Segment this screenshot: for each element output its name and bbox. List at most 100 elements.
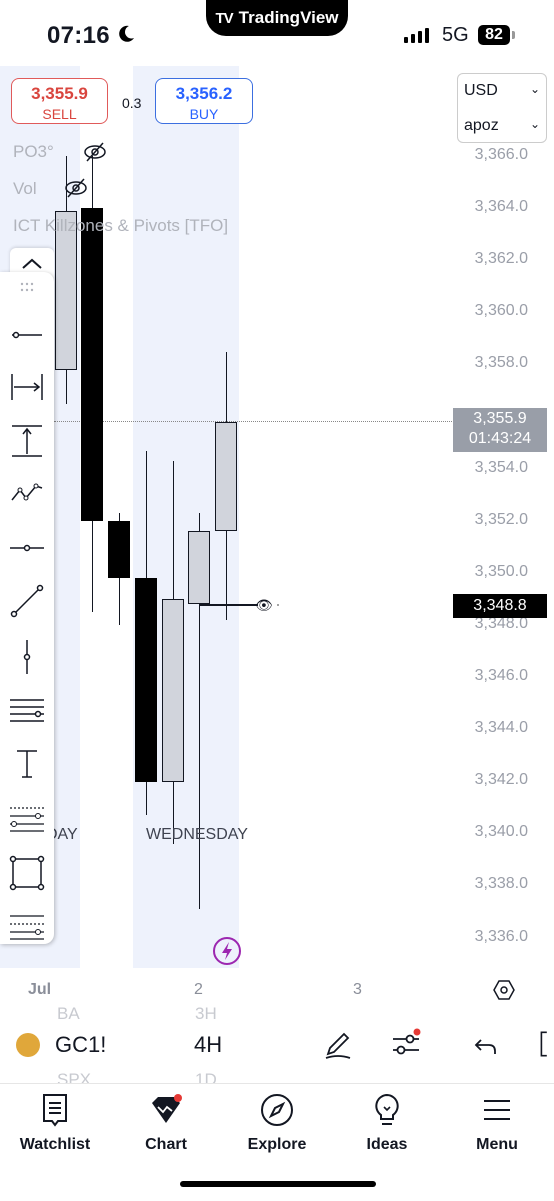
- buy-label: BUY: [189, 106, 219, 122]
- battery-icon: 82: [478, 25, 510, 45]
- indicator-vol[interactable]: Vol: [13, 179, 37, 199]
- nav-watchlist[interactable]: Watchlist: [5, 1092, 105, 1154]
- currency-select[interactable]: USD ⌄: [464, 82, 540, 100]
- nav-watchlist-label: Watchlist: [19, 1136, 91, 1153]
- buy-button[interactable]: 3,356.2 BUY: [155, 78, 253, 124]
- candle-body[interactable]: [108, 520, 130, 579]
- trend-line-icon[interactable]: [8, 316, 46, 354]
- price-axis-label: 3,366.0: [474, 146, 528, 163]
- price-axis-label: 3,340.0: [474, 823, 528, 841]
- sell-label: SELL: [42, 106, 77, 122]
- candle-body[interactable]: [162, 599, 184, 782]
- price-axis-label: 3,344.0: [474, 719, 528, 737]
- price-axis-label: 3,342.0: [474, 771, 528, 789]
- price-range-icon[interactable]: [8, 422, 46, 460]
- nav-ideas[interactable]: Ideas: [337, 1092, 437, 1154]
- drawing-pen-icon[interactable]: [322, 1028, 354, 1060]
- ray-icon[interactable]: [8, 582, 46, 620]
- watchlist-icon: [43, 1094, 67, 1127]
- candle-body[interactable]: [81, 208, 103, 521]
- nav-menu-label: Menu: [476, 1136, 518, 1153]
- time-label-2: 2: [194, 981, 203, 998]
- nav-ideas-label: Ideas: [366, 1136, 408, 1153]
- price-axis-label: 3,360.0: [474, 302, 528, 320]
- price-axis-label: 3,350.0: [474, 562, 528, 580]
- eye-icon[interactable]: 👁: [255, 597, 273, 614]
- rectangle-icon[interactable]: [8, 854, 46, 892]
- crosshair-line: [200, 604, 258, 606]
- nav-chart-label: Chart: [145, 1136, 187, 1153]
- price-axis-label: 3,358.0: [474, 354, 528, 372]
- last-price-label: 3,355.9 01:43:24: [453, 408, 547, 452]
- fib-retracement-icon[interactable]: [8, 800, 46, 838]
- signal-icon: [404, 28, 429, 43]
- horizontal-ray-icon[interactable]: [8, 529, 46, 567]
- interval-selector[interactable]: 4H: [194, 1032, 222, 1058]
- price-axis-label: 3,346.0: [474, 667, 528, 684]
- currency-value: USD: [464, 82, 498, 99]
- text-tool-icon[interactable]: [8, 745, 46, 783]
- chart-settings-selectors: USD ⌄ apoz ⌄: [457, 73, 547, 143]
- time-axis[interactable]: [0, 968, 554, 1008]
- price-axis-label: 3,364.0: [474, 198, 528, 216]
- last-price-value: 3,355.9: [473, 410, 527, 427]
- crosshair-price-label: 3,348.8: [453, 594, 547, 618]
- date-range-icon[interactable]: [8, 368, 46, 406]
- status-time: 07:16: [47, 22, 110, 49]
- chart-settings-icon[interactable]: [492, 978, 516, 1002]
- mode-select[interactable]: apoz ⌄: [464, 117, 540, 135]
- countdown: 01:43:24: [468, 430, 532, 447]
- gold-futures-icon: [16, 1033, 40, 1057]
- island-brand: TradingView: [238, 8, 339, 27]
- price-axis-label: 3,354.0: [474, 458, 528, 476]
- moon-icon: [119, 25, 134, 42]
- fib-extension-icon[interactable]: [8, 908, 46, 946]
- indicator-po3[interactable]: PO3°: [13, 142, 54, 162]
- crosshair-dot: [277, 604, 279, 606]
- time-label-3: 3: [353, 981, 362, 998]
- compass-icon: [261, 1094, 293, 1126]
- sell-button[interactable]: 3,355.9 SELL: [11, 78, 108, 124]
- candle-body[interactable]: [215, 421, 237, 532]
- nav-explore-label: Explore: [247, 1136, 307, 1153]
- candle-body[interactable]: [188, 531, 210, 605]
- chevron-down-icon: ⌄: [529, 82, 540, 96]
- vertical-line-icon[interactable]: [8, 638, 46, 676]
- time-label-jul: Jul: [28, 981, 52, 998]
- chart-icon: [152, 1094, 182, 1123]
- indicator-ict-killzones[interactable]: ICT Killzones & Pivots [TFO]: [13, 216, 228, 236]
- price-axis-label: 3,352.0: [474, 510, 528, 528]
- candle-body[interactable]: [135, 578, 157, 782]
- indicators-settings-icon[interactable]: [390, 1028, 422, 1060]
- price-axis-label: 3,336.0: [474, 927, 528, 945]
- price-axis-label: 3,338.0: [474, 875, 528, 893]
- dynamic-island[interactable]: TV TradingView: [206, 0, 348, 36]
- lightning-icon[interactable]: [211, 935, 243, 967]
- nav-menu[interactable]: Menu: [447, 1092, 547, 1154]
- lightbulb-icon: [375, 1093, 399, 1125]
- hamburger-menu-icon: [484, 1100, 510, 1120]
- ghost-symbol-above: BA: [57, 1004, 80, 1023]
- symbol-name[interactable]: GC1!: [55, 1032, 106, 1058]
- day-label-wednesday: WEDNESDAY: [146, 826, 248, 843]
- battery-tip: [512, 31, 515, 39]
- buy-price: 3,356.2: [175, 84, 233, 103]
- parallel-channel-icon[interactable]: [8, 692, 46, 730]
- tradingview-logo-icon: TV: [215, 9, 234, 27]
- nav-chart[interactable]: Chart: [116, 1092, 216, 1154]
- hidden-eye-icon[interactable]: [83, 140, 107, 164]
- mode-value: apoz: [464, 117, 499, 134]
- undo-icon[interactable]: [472, 1032, 500, 1060]
- ghost-interval-above: 3H: [195, 1004, 217, 1023]
- fullscreen-icon[interactable]: [536, 1028, 554, 1060]
- chevron-down-icon: ⌄: [529, 117, 540, 131]
- path-icon[interactable]: [8, 474, 46, 512]
- last-price-line: [54, 421, 454, 422]
- nav-explore[interactable]: Explore: [227, 1092, 327, 1154]
- drawing-toolbar: [0, 272, 54, 944]
- drag-handle-icon[interactable]: [8, 278, 46, 298]
- price-axis-label: 3,362.0: [474, 250, 528, 268]
- hidden-eye-icon[interactable]: [64, 176, 88, 200]
- sell-price: 3,355.9: [31, 84, 88, 103]
- spread-value: 0.3: [122, 95, 142, 111]
